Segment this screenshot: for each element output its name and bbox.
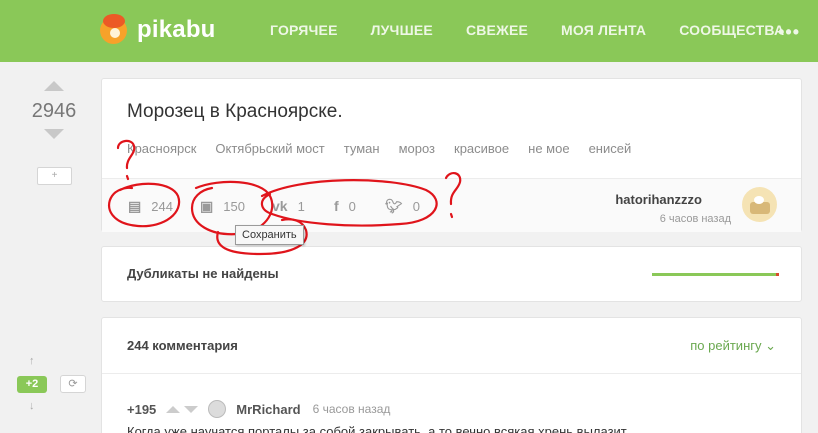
duplicates-progress-bar xyxy=(652,273,779,276)
logo-text: pikabu xyxy=(137,16,216,43)
upvote-arrow-icon[interactable] xyxy=(44,81,64,91)
logo[interactable]: pikabu xyxy=(100,13,216,44)
comment-time[interactable]: 6 часов назад xyxy=(313,402,391,416)
comment-author[interactable]: MrRichard xyxy=(236,402,300,417)
fb-count: 0 xyxy=(348,198,356,214)
story-rating: 2946 xyxy=(31,100,77,122)
tag-item[interactable]: мороз xyxy=(399,141,435,156)
duplicates-label: Дубликаты не найдены xyxy=(127,266,279,281)
save-story-button[interactable]: + xyxy=(37,167,72,185)
twitter-icon: 🐦︎ xyxy=(385,198,403,214)
downvote-arrow-icon[interactable] xyxy=(44,129,64,139)
facebook-icon: f xyxy=(334,198,339,214)
scroll-up-icon[interactable]: ↑ xyxy=(29,355,35,367)
comments-count: 244 xyxy=(151,199,173,214)
tag-item[interactable]: красивое xyxy=(454,141,509,156)
twitter-share[interactable]: 🐦︎ 0 xyxy=(385,198,420,215)
comments-stat[interactable]: ▤ 244 xyxy=(128,198,173,215)
story-card: Морозец в Красноярске. Красноярск Октябр… xyxy=(101,78,802,245)
commenter-avatar[interactable] xyxy=(208,400,227,418)
logo-icon xyxy=(100,13,127,44)
save-stat[interactable]: ▣ 150 xyxy=(200,198,245,215)
save-tooltip: Сохранить xyxy=(235,225,304,245)
scroll-down-icon[interactable]: ↓ xyxy=(29,400,35,412)
comments-count-label: 244 комментария xyxy=(127,338,238,353)
tag-item[interactable]: енисей xyxy=(589,141,632,156)
facebook-share[interactable]: f 0 xyxy=(334,198,356,214)
comment-downvote-icon[interactable] xyxy=(184,405,199,413)
more-icon[interactable]: ••• xyxy=(778,22,800,43)
story-tags: Красноярск Октябрьский мост туман мороз … xyxy=(127,141,650,156)
vk-icon: vk xyxy=(272,198,288,214)
tag-item[interactable]: туман xyxy=(344,141,380,156)
new-comments-badge[interactable]: +2 xyxy=(17,376,47,393)
story-author[interactable]: hatorihanzzzo xyxy=(615,192,702,207)
story-time: 6 часов назад xyxy=(659,213,731,225)
comment-rating: +195 xyxy=(127,401,157,417)
nav-best[interactable]: ЛУЧШЕЕ xyxy=(371,22,433,38)
story-title[interactable]: Морозец в Красноярске. xyxy=(127,101,343,123)
author-avatar[interactable] xyxy=(742,187,777,222)
main-nav: ГОРЯЧЕЕ ЛУЧШЕЕ СВЕЖЕЕ МОЯ ЛЕНТА СООБЩЕСТ… xyxy=(270,22,817,38)
comments-card: 244 комментария по рейтингу ⌄ +195 MrRic… xyxy=(101,317,802,433)
comment-header: +195 MrRichard 6 часов назад xyxy=(127,400,390,418)
comment-upvote-icon[interactable] xyxy=(166,405,181,413)
save-icon: ▣ xyxy=(200,198,214,214)
nav-communities[interactable]: СООБЩЕСТВА xyxy=(679,22,784,38)
vk-count: 1 xyxy=(297,198,305,214)
tw-count: 0 xyxy=(412,199,421,214)
comment-icon: ▤ xyxy=(128,198,142,214)
sort-dropdown[interactable]: по рейтингу ⌄ xyxy=(690,338,776,354)
tag-item[interactable]: не мое xyxy=(528,141,569,156)
tag-item[interactable]: Октябрьский мост xyxy=(215,141,324,156)
nav-my-feed[interactable]: МОЯ ЛЕНТА xyxy=(561,22,646,38)
story-footer: ▤ 244 ▣ 150 vk 1 f 0 🐦︎ 0 Сохранить hato… xyxy=(102,178,801,245)
nav-fresh[interactable]: СВЕЖЕЕ xyxy=(466,22,528,38)
duplicates-card: Дубликаты не найдены xyxy=(101,246,802,302)
divider xyxy=(102,373,801,374)
nav-hot[interactable]: ГОРЯЧЕЕ xyxy=(270,22,338,38)
comment-text: Когда уже научатся порталы за собой закр… xyxy=(127,424,627,433)
refresh-icon[interactable]: ⟳ xyxy=(60,375,86,393)
site-header: pikabu ГОРЯЧЕЕ ЛУЧШЕЕ СВЕЖЕЕ МОЯ ЛЕНТА С… xyxy=(0,0,818,62)
saves-count: 150 xyxy=(223,199,245,214)
vk-share[interactable]: vk 1 xyxy=(272,198,305,214)
tag-item[interactable]: Красноярск xyxy=(127,141,196,156)
